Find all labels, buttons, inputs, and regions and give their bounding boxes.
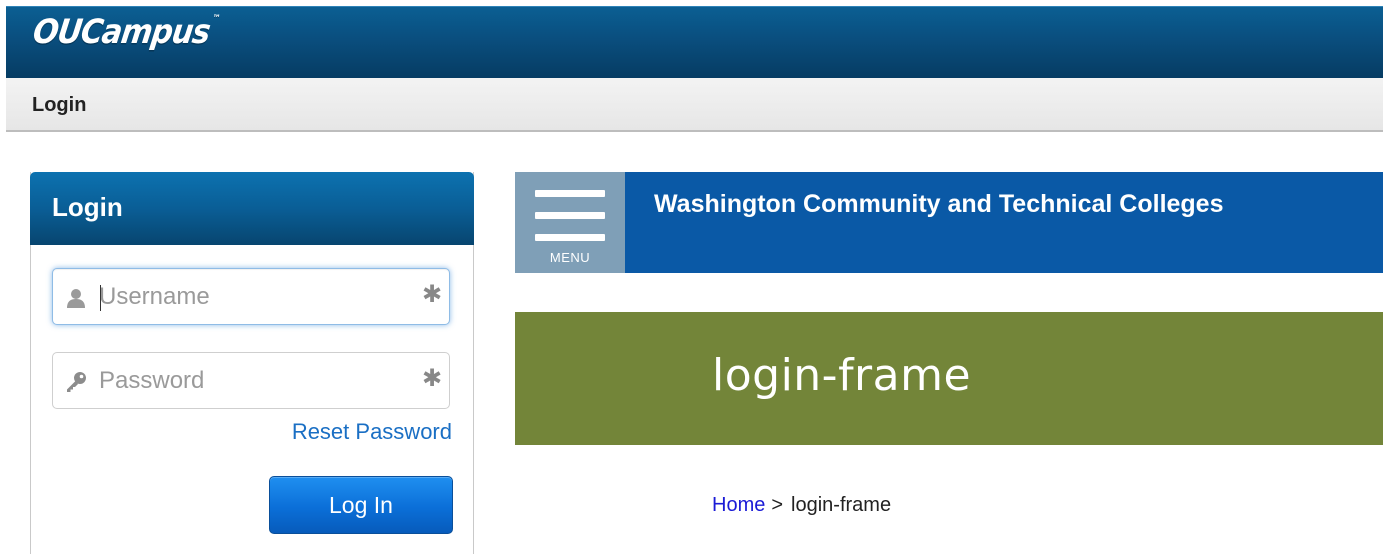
hamburger-menu-icon — [535, 212, 605, 219]
brand-bar: OUCampus™ — [6, 6, 1383, 78]
user-icon — [65, 287, 87, 309]
asterisk-icon: ✱ — [421, 364, 443, 392]
menu-label: MENU — [549, 250, 591, 265]
username-input[interactable] — [99, 275, 399, 319]
log-in-button[interactable]: Log In — [269, 476, 453, 534]
password-input[interactable] — [99, 359, 399, 403]
login-panel: Login ✱ ✱ Reset Password Log In — [30, 172, 474, 554]
asterisk-icon: ✱ — [421, 280, 443, 308]
ou-campus-logo[interactable]: OUCampus™ — [30, 13, 220, 58]
hero-banner: login-frame — [515, 312, 1383, 445]
breadcrumb-separator: > — [771, 494, 784, 516]
login-panel-header: Login — [30, 172, 474, 245]
breadcrumb: Home > login-frame — [712, 494, 891, 517]
site-header: MENU Washington Community and Technical … — [515, 172, 1383, 273]
breadcrumb-home-link[interactable]: Home — [712, 494, 765, 516]
hamburger-menu-icon — [535, 234, 605, 241]
logo-trademark: ™ — [211, 13, 221, 24]
page-title: Login — [32, 94, 87, 116]
password-field[interactable]: ✱ — [52, 352, 450, 409]
hero-title: login-frame — [712, 350, 972, 401]
site-title[interactable]: Washington Community and Technical Colle… — [654, 190, 1224, 219]
page-title-bar: Login — [6, 78, 1383, 132]
hamburger-menu-icon — [535, 190, 605, 197]
reset-password-link[interactable]: Reset Password — [292, 419, 452, 445]
text-caret — [100, 285, 101, 311]
menu-button[interactable]: MENU — [515, 172, 625, 273]
breadcrumb-current: login-frame — [791, 494, 892, 516]
key-icon — [65, 371, 87, 393]
logo-text: OUCampus — [30, 13, 213, 53]
username-field[interactable]: ✱ — [52, 268, 450, 325]
login-panel-title: Login — [52, 192, 123, 222]
